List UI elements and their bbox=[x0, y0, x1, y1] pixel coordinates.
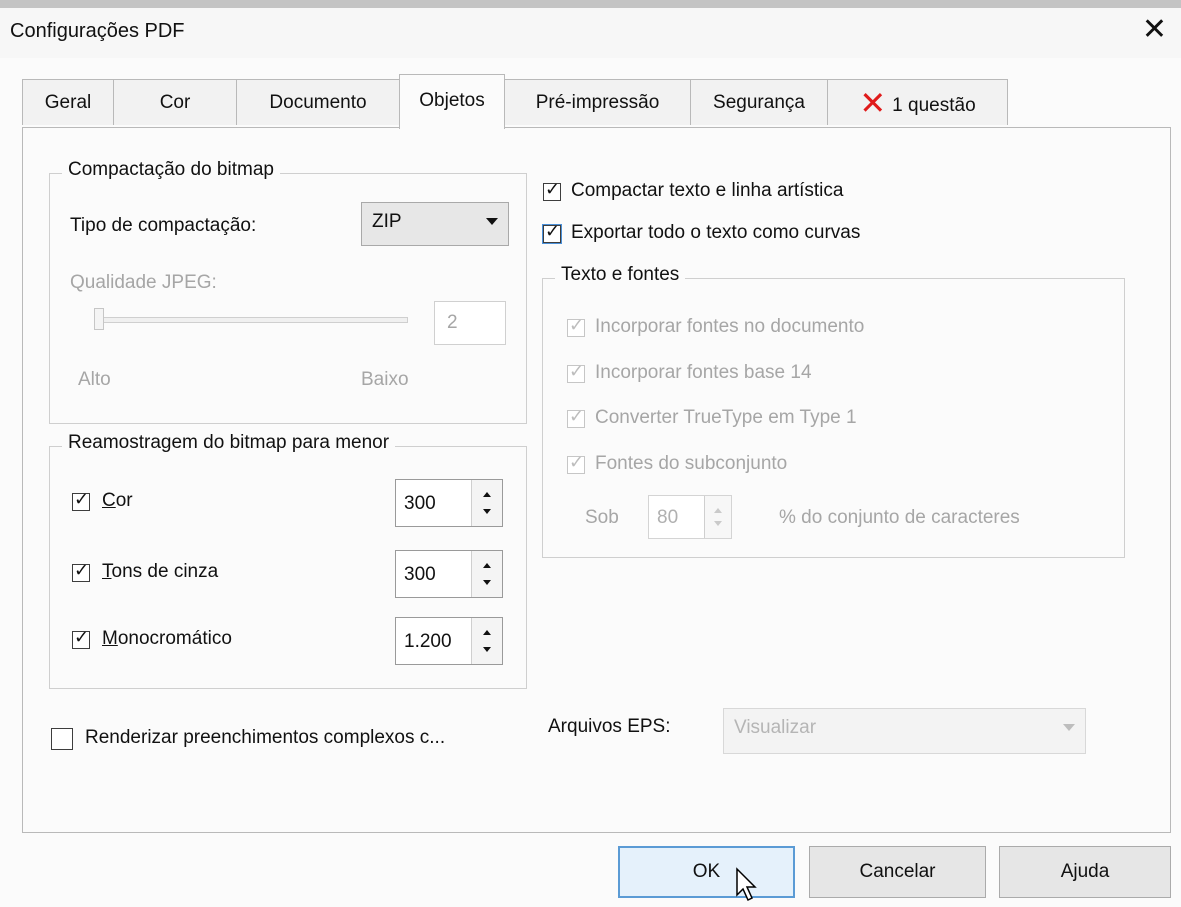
jpeg-quality-slider[interactable] bbox=[96, 317, 408, 323]
embed-base14-label[interactable]: Incorporar fontes base 14 bbox=[595, 362, 812, 384]
subset-prefix-label: Sob bbox=[585, 507, 619, 528]
convert-truetype-label[interactable]: Converter TrueType em Type 1 bbox=[595, 407, 857, 429]
spin-up-icon[interactable] bbox=[483, 492, 491, 497]
ok-button[interactable]: OK bbox=[618, 846, 795, 898]
help-button[interactable]: Ajuda bbox=[999, 846, 1171, 898]
embed-base14-checkbox[interactable] bbox=[567, 361, 585, 383]
embed-fonts-checkbox[interactable] bbox=[567, 315, 585, 337]
downsample-title: Reamostragem do bitmap para menor bbox=[62, 432, 396, 454]
spin-down-icon[interactable] bbox=[714, 521, 722, 526]
pdf-settings-dialog: Configurações PDF ✕ Geral Cor Documento … bbox=[0, 8, 1181, 907]
tab-documento[interactable]: Documento bbox=[236, 79, 400, 125]
bitmap-compression-title: Compactação do bitmap bbox=[62, 159, 280, 181]
downsample-mono-checkbox[interactable] bbox=[72, 627, 90, 649]
downsample-mono-value: 1.200 bbox=[404, 631, 452, 652]
dialog-title: Configurações PDF bbox=[10, 20, 185, 42]
compress-text-label[interactable]: Compactar texto e linha artística bbox=[571, 180, 843, 202]
spin-down-icon[interactable] bbox=[483, 509, 491, 514]
tab-cor[interactable]: Cor bbox=[113, 79, 237, 125]
compression-type-select[interactable]: ZIP bbox=[361, 202, 509, 246]
mouse-pointer-icon bbox=[736, 867, 757, 902]
tab-pre-impressao[interactable]: Pré-impressão bbox=[504, 79, 691, 125]
downsample-color-spinner[interactable]: 300 bbox=[395, 479, 503, 527]
downsample-gray-checkbox[interactable] bbox=[72, 560, 90, 582]
embed-fonts-label[interactable]: Incorporar fontes no documento bbox=[595, 316, 864, 338]
compress-text-checkbox[interactable] bbox=[543, 179, 561, 201]
eps-files-value: Visualizar bbox=[734, 717, 817, 738]
cancel-button[interactable]: Cancelar bbox=[809, 846, 986, 898]
subset-threshold-spinner[interactable]: 80 bbox=[648, 495, 732, 539]
bitmap-compression-group: Compactação do bitmap Tipo de compactaçã… bbox=[49, 159, 527, 424]
render-complex-fills-label[interactable]: Renderizar preenchimentos complexos c... bbox=[85, 727, 445, 749]
spin-up-icon[interactable] bbox=[483, 563, 491, 568]
error-x-icon: ✕ bbox=[859, 85, 887, 121]
spin-up-icon[interactable] bbox=[714, 508, 722, 513]
objects-panel: Compactação do bitmap Tipo de compactaçã… bbox=[22, 127, 1171, 833]
compression-type-label: Tipo de compactação: bbox=[70, 215, 257, 236]
downsample-color-checkbox[interactable] bbox=[72, 489, 90, 511]
tab-objetos[interactable]: Objetos bbox=[399, 74, 505, 129]
subset-threshold-value: 80 bbox=[657, 507, 679, 528]
render-complex-fills-checkbox[interactable] bbox=[51, 728, 73, 750]
tab-issues[interactable]: ✕ 1 questão bbox=[827, 79, 1008, 125]
subset-fonts-label[interactable]: Fontes do subconjunto bbox=[595, 453, 787, 475]
tab-geral[interactable]: Geral bbox=[22, 79, 114, 125]
jpeg-quality-slider-thumb[interactable] bbox=[94, 308, 104, 330]
close-icon[interactable]: ✕ bbox=[1142, 12, 1167, 47]
jpeg-quality-value: 2 bbox=[447, 312, 458, 333]
downsample-color-label[interactable]: Cor bbox=[102, 490, 133, 512]
jpeg-quality-input[interactable]: 2 bbox=[434, 301, 506, 345]
downsample-color-value: 300 bbox=[404, 493, 436, 514]
slider-high-label: Baixo bbox=[361, 369, 409, 390]
title-bar: Configurações PDF ✕ bbox=[0, 8, 1181, 58]
subset-suffix-label: % do conjunto de caracteres bbox=[779, 507, 1020, 528]
spin-down-icon[interactable] bbox=[483, 580, 491, 585]
slider-low-label: Alto bbox=[78, 369, 111, 390]
tab-seguranca[interactable]: Segurança bbox=[690, 79, 828, 125]
text-fonts-title: Texto e fontes bbox=[555, 264, 686, 286]
downsample-gray-label[interactable]: Tons de cinza bbox=[102, 561, 218, 583]
compression-type-value: ZIP bbox=[372, 211, 402, 232]
downsample-mono-spinner[interactable]: 1.200 bbox=[395, 617, 503, 665]
spin-up-icon[interactable] bbox=[483, 630, 491, 635]
eps-files-select[interactable]: Visualizar bbox=[723, 708, 1086, 754]
spin-down-icon[interactable] bbox=[483, 647, 491, 652]
chevron-down-icon bbox=[1063, 724, 1075, 731]
downsample-gray-value: 300 bbox=[404, 564, 436, 585]
downsample-group: Reamostragem do bitmap para menor Cor 30… bbox=[49, 432, 527, 689]
export-text-curves-checkbox[interactable] bbox=[542, 221, 562, 244]
export-text-curves-label[interactable]: Exportar todo o texto como curvas bbox=[571, 222, 860, 244]
jpeg-quality-label: Qualidade JPEG: bbox=[70, 272, 217, 293]
eps-files-label: Arquivos EPS: bbox=[548, 716, 671, 737]
downsample-gray-spinner[interactable]: 300 bbox=[395, 550, 503, 598]
subset-fonts-checkbox[interactable] bbox=[567, 452, 585, 474]
tab-issues-label: 1 questão bbox=[892, 95, 976, 116]
text-fonts-group: Texto e fontes Incorporar fontes no docu… bbox=[542, 264, 1125, 558]
downsample-mono-label[interactable]: Monocromático bbox=[102, 628, 232, 650]
convert-truetype-checkbox[interactable] bbox=[567, 406, 585, 428]
chevron-down-icon bbox=[486, 218, 498, 225]
